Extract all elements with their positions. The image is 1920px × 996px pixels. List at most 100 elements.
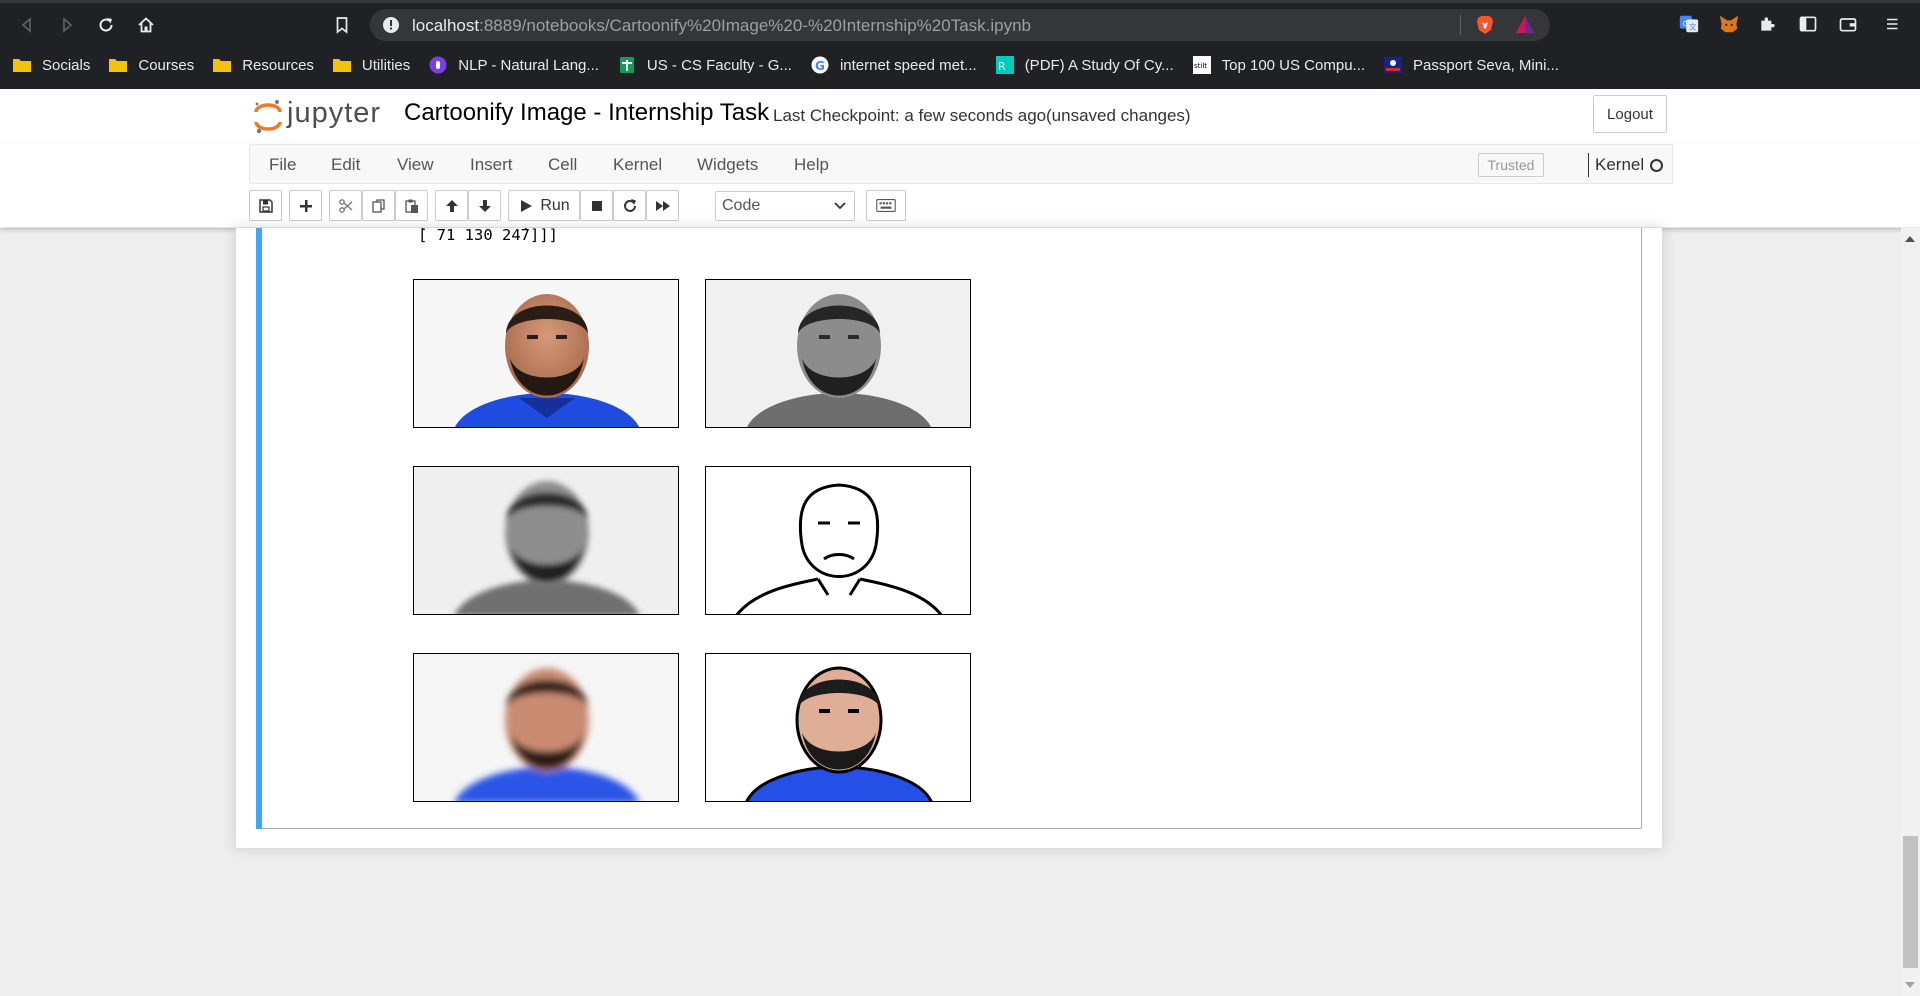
translate-extension[interactable]: G文 <box>1677 12 1701 36</box>
kernel-idle-icon <box>1650 159 1663 172</box>
wallet-button[interactable] <box>1836 12 1860 36</box>
interrupt-button[interactable] <box>580 190 613 221</box>
scrollbar-thumb[interactable] <box>1903 836 1918 968</box>
move-up-button[interactable] <box>435 190 468 221</box>
menu-cell[interactable]: Cell <box>548 155 577 175</box>
selected-cell-indicator <box>256 228 262 829</box>
svg-text:文: 文 <box>1689 23 1697 32</box>
menu-widgets[interactable]: Widgets <box>697 155 758 175</box>
forward-icon <box>63 17 73 33</box>
bookmark-label: Utilities <box>361 56 411 74</box>
bookmark-page-button[interactable] <box>329 12 355 38</box>
bookmark-utilities[interactable]: Utilities <box>332 52 410 78</box>
autosave-status: (unsaved changes) <box>1046 106 1191 125</box>
restart-button[interactable] <box>613 190 646 221</box>
menu-file[interactable]: File <box>269 155 296 175</box>
menubar: File Edit View Insert Cell Kernel Widget… <box>249 144 1673 184</box>
copy-button[interactable] <box>362 190 395 221</box>
logout-button[interactable]: Logout <box>1593 95 1667 133</box>
back-button[interactable] <box>14 12 40 38</box>
svg-text:G: G <box>815 59 825 73</box>
extensions-button[interactable] <box>1756 12 1780 36</box>
home-button[interactable] <box>133 12 159 38</box>
researchgate-icon: R <box>995 56 1015 74</box>
command-palette-button[interactable] <box>866 190 906 221</box>
notebook-title[interactable]: Cartoonify Image - Internship Task <box>404 99 769 127</box>
bookmark-courses[interactable]: Courses <box>108 52 194 78</box>
bookmark-pdf-study[interactable]: R (PDF) A Study Of Cy... <box>995 52 1174 78</box>
stop-icon <box>591 200 602 211</box>
kernel-divider <box>1588 153 1589 177</box>
bookmark-cs-faculty[interactable]: US - CS Faculty - G... <box>617 52 792 78</box>
bookmark-label: Top 100 US Compu... <box>1221 56 1366 74</box>
stilt-icon: stilt <box>1192 56 1212 74</box>
sheets-icon <box>617 56 637 74</box>
url-divider <box>1460 15 1461 35</box>
menu-edit[interactable]: Edit <box>331 155 360 175</box>
address-bar[interactable]: localhost:8889/notebooks/Cartoonify%20Im… <box>370 9 1550 41</box>
restart-run-all-button[interactable] <box>646 190 679 221</box>
browser-chrome: localhost:8889/notebooks/Cartoonify%20Im… <box>0 0 1920 89</box>
bookmark-label: Socials <box>42 56 91 74</box>
blurred-grayscale-image <box>413 466 679 615</box>
cell-type-select[interactable]: Code <box>715 191 855 221</box>
bookmark-passport[interactable]: Passport Seva, Mini... <box>1383 52 1559 78</box>
move-down-button[interactable] <box>468 190 501 221</box>
grayscale-image <box>705 279 971 428</box>
reload-icon <box>99 18 113 32</box>
reload-button[interactable] <box>93 12 119 38</box>
sidebar-icon <box>1799 16 1817 32</box>
brave-shields-icon[interactable] <box>1474 14 1496 36</box>
copy-icon <box>371 198 385 213</box>
bookmark-top-100[interactable]: stilt Top 100 US Compu... <box>1192 52 1365 78</box>
bookmark-socials[interactable]: Socials <box>12 52 90 78</box>
bookmark-label: Courses <box>138 56 195 74</box>
scroll-up-arrow-icon[interactable] <box>1905 236 1915 242</box>
insert-cell-button[interactable] <box>289 190 322 221</box>
cut-button[interactable] <box>329 190 362 221</box>
url-text[interactable]: localhost:8889/notebooks/Cartoonify%20Im… <box>412 16 1031 36</box>
arrow-down-icon <box>478 199 491 212</box>
nlp-site-icon <box>428 56 448 74</box>
bookmark-nlp[interactable]: NLP - Natural Lang... <box>428 52 599 78</box>
bookmark-label: NLP - Natural Lang... <box>458 56 599 74</box>
metamask-extension[interactable] <box>1717 12 1741 36</box>
folder-icon <box>212 56 232 74</box>
bookmark-label: Passport Seva, Mini... <box>1413 56 1559 74</box>
output-array-text: [ 71 130 247]]] <box>418 226 558 244</box>
wallet-icon <box>1839 18 1857 32</box>
menu-insert[interactable]: Insert <box>470 155 513 175</box>
bookmark-label: Resources <box>242 56 314 74</box>
fox-icon <box>1719 15 1739 33</box>
keyboard-icon <box>876 199 896 212</box>
svg-text:R: R <box>998 60 1006 73</box>
cartoon-image <box>705 653 971 802</box>
back-icon <box>21 17 31 33</box>
scroll-down-arrow-icon[interactable] <box>1905 982 1915 988</box>
folder-icon <box>108 56 128 74</box>
arrow-up-icon <box>445 199 458 212</box>
forward-button[interactable] <box>54 12 80 38</box>
save-button[interactable] <box>249 190 282 221</box>
paste-button[interactable] <box>395 190 428 221</box>
info-icon[interactable] <box>382 16 400 34</box>
jupyter-logo[interactable]: jupyter <box>252 96 387 136</box>
run-button[interactable]: Run <box>508 190 580 221</box>
bookmark-icon <box>336 17 348 34</box>
menu-help[interactable]: Help <box>794 155 829 175</box>
run-label: Run <box>540 196 570 214</box>
menu-kernel[interactable]: Kernel <box>613 155 662 175</box>
menu-view[interactable]: View <box>397 155 434 175</box>
folder-icon <box>12 56 32 74</box>
browser-menu-button[interactable] <box>1881 12 1905 36</box>
url-host: localhost <box>412 16 480 35</box>
trusted-indicator[interactable]: Trusted <box>1478 153 1544 177</box>
bookmark-speed-test[interactable]: Ginternet speed met... <box>810 52 977 78</box>
original-image <box>413 279 679 428</box>
bookmark-label: (PDF) A Study Of Cy... <box>1024 56 1174 74</box>
sidebar-button[interactable] <box>1796 12 1820 36</box>
bookmark-resources[interactable]: Resources <box>212 52 314 78</box>
scissors-icon <box>338 198 352 213</box>
brave-rewards-icon[interactable] <box>1514 14 1536 36</box>
bookmark-label: US - CS Faculty - G... <box>646 56 792 74</box>
